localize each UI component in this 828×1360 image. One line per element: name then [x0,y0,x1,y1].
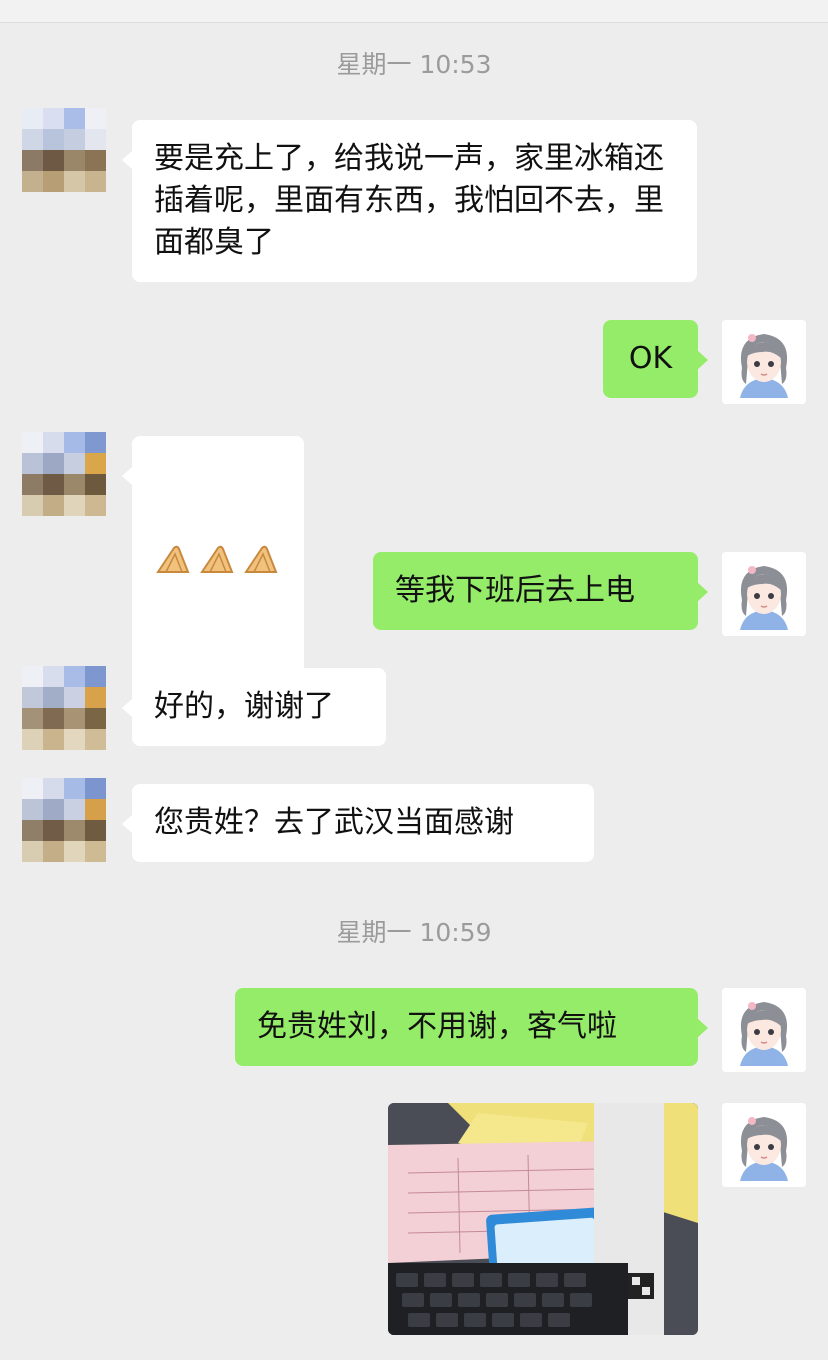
incoming-message[interactable]: 要是充上了，给我说一声，家里冰箱还插着呢，里面有东西，我怕回不去，里面都臭了 [122,120,697,282]
incoming-message[interactable]: 您贵姓？去了武汉当面感谢 [122,784,594,862]
girl-avatar-icon [722,1103,806,1187]
clasped-hands-icon [156,545,190,573]
my-avatar[interactable] [722,320,806,404]
receipt-photo-image [388,1103,698,1335]
my-avatar[interactable] [722,988,806,1072]
contact-avatar[interactable] [22,108,106,192]
girl-avatar-icon [722,320,806,404]
incoming-emoji-message[interactable] [122,436,304,682]
top-bar-edge [0,0,828,23]
my-avatar[interactable] [722,1103,806,1187]
clasped-hands-icon [244,545,278,573]
clasped-hands-icon [200,545,234,573]
chat-screen: 星期一 10:53 要是充上了，给我说一声，家里冰箱还插着呢，里面有东西，我怕回… [0,0,828,1360]
timestamp: 星期一 10:53 [336,50,492,79]
contact-avatar[interactable] [22,432,106,516]
contact-avatar[interactable] [22,666,106,750]
photo-message[interactable] [388,1103,698,1335]
my-avatar[interactable] [722,552,806,636]
girl-avatar-icon [722,552,806,636]
incoming-message[interactable]: 好的，谢谢了 [122,668,386,746]
timestamp: 星期一 10:59 [336,918,492,947]
outgoing-message[interactable]: OK [603,320,708,398]
outgoing-message[interactable]: 免贵姓刘，不用谢，客气啦 [235,988,708,1066]
contact-avatar[interactable] [22,778,106,862]
outgoing-message[interactable]: 等我下班后去上电 [373,552,708,630]
girl-avatar-icon [722,988,806,1072]
